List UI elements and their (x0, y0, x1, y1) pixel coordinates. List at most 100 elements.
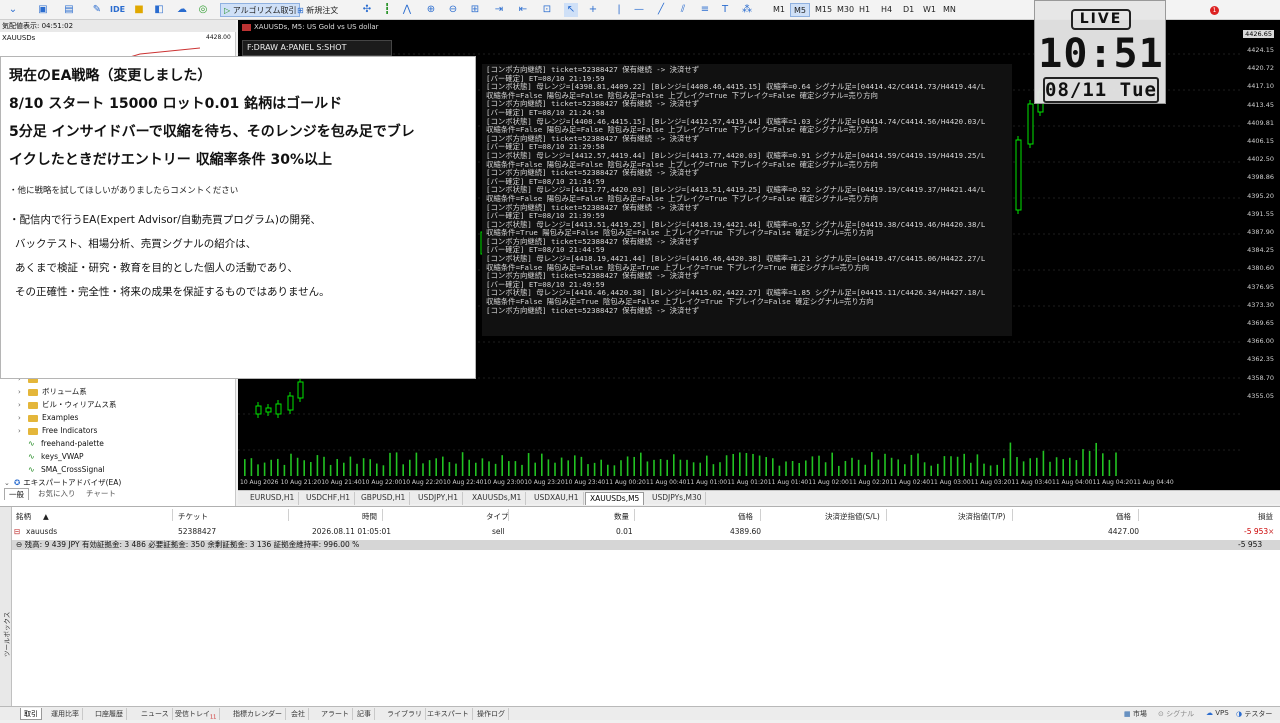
nav-folder-bill-williams[interactable]: › ビル・ウィリアムス系 (18, 398, 116, 411)
btab-exposure[interactable]: 運用比率 (48, 708, 83, 720)
trend-line-icon[interactable]: ╱ (654, 3, 668, 17)
algo-trading-button[interactable]: ▷ アルゴリズム取引 (220, 3, 301, 17)
col-header-time[interactable]: 時間 (362, 511, 377, 522)
tf-m30[interactable]: M30 (834, 3, 857, 17)
btab-articles[interactable]: 記事 (354, 708, 375, 720)
status-market[interactable]: ▦ 市場 (1124, 709, 1147, 719)
cloud-icon[interactable]: ☁ (175, 3, 189, 17)
btab-experts[interactable]: エキスパート (424, 708, 473, 720)
col-header-profit[interactable]: 損益 (1258, 511, 1273, 522)
zoom-out-icon[interactable]: ⊖ (446, 3, 460, 17)
tf-h1[interactable]: H1 (856, 3, 873, 17)
cursor-icon[interactable]: ↖ (564, 3, 578, 17)
volume-bar (1062, 459, 1064, 476)
line-chart-icon[interactable]: ⋀ (400, 3, 414, 17)
tf-m1[interactable]: M1 (770, 3, 788, 17)
nav-tab-common[interactable]: 一般 (4, 488, 29, 500)
fibonacci-icon[interactable]: ≡ (698, 3, 712, 17)
tf-m5[interactable]: M5 (790, 3, 810, 17)
close-position-icon[interactable]: × (1268, 527, 1274, 536)
candle (265, 407, 272, 413)
col-header-type[interactable]: タイプ (486, 511, 509, 522)
status-signal[interactable]: ⊙ シグナル (1158, 709, 1194, 719)
price-tick-label: 4362.35 (1247, 355, 1274, 364)
tf-mn[interactable]: MN (940, 3, 959, 17)
btab-journal[interactable]: 操作ログ (474, 708, 509, 720)
volume-bar (442, 456, 444, 476)
ide-button[interactable]: IDE (110, 3, 125, 17)
col-header-sl[interactable]: 決済逆指値(S/L) (825, 511, 880, 522)
vertical-line-icon[interactable]: | (612, 3, 626, 17)
navigator-icon[interactable]: ✎ (90, 3, 104, 17)
zoom-in-icon[interactable]: ⊕ (424, 3, 438, 17)
shapes-icon[interactable]: ⁂ (740, 3, 754, 17)
btab-alerts[interactable]: アラート (318, 708, 353, 720)
status-tester[interactable]: ◑ テスター (1236, 709, 1272, 719)
text-tool-icon[interactable]: T (718, 3, 732, 17)
screenshot-icon[interactable]: ⊡ (540, 3, 554, 17)
bar-chart-icon[interactable]: ┇ (380, 3, 394, 17)
balance-collapse-icon[interactable]: ⊖ (16, 540, 25, 549)
btab-news[interactable]: ニュース (138, 708, 173, 720)
btab-calendar[interactable]: 指標カレンダー (230, 708, 286, 720)
btab-mailbox[interactable]: 受信トレイ11 (172, 708, 221, 720)
chart-tab-xauusds-m1[interactable]: XAUUSDs,M1 (468, 492, 527, 505)
btab-library[interactable]: ライブラリ (384, 708, 426, 720)
tf-m15[interactable]: M15 (812, 3, 835, 17)
new-order-button[interactable]: ⊞ 新規注文 (293, 3, 342, 17)
time-tick-label: 11 Aug 03:40 (1011, 479, 1052, 486)
nav-indicator-sma-crosssignal[interactable]: ∿ SMA_CrossSignal (28, 463, 105, 476)
toolbox-sidebar[interactable]: ツールボックス (0, 507, 12, 707)
horizontal-line-icon[interactable]: — (632, 3, 646, 17)
nav-folder-examples[interactable]: › Examples (18, 411, 78, 424)
nav-folder-volumes[interactable]: › ボリューム系 (18, 385, 87, 398)
col-header-tp[interactable]: 決済指値(T/P) (958, 511, 1005, 522)
chart-shift-icon[interactable]: ⇤ (516, 3, 530, 17)
nav-indicator-keys-vwap[interactable]: ∿ keys_VWAP (28, 450, 84, 463)
btab-history[interactable]: 口座履歴 (92, 708, 127, 720)
draw-shortcut-panel[interactable]: F:DRAW A:PANEL S:SHOT (242, 40, 392, 56)
globe-icon[interactable]: ◎ (196, 3, 210, 17)
price-tick-label: 4395.20 (1247, 191, 1274, 200)
chart-tab-xauusds-m5[interactable]: XAUUSDs,M5 (585, 492, 645, 505)
nav-tab-favorites[interactable]: お気に入り (34, 488, 80, 500)
crosshair-icon[interactable]: + (586, 3, 600, 17)
volume-bar (811, 456, 814, 476)
notifications-icon[interactable]: 1 (1210, 3, 1219, 17)
chart-tab-usdchf-h1[interactable]: USDCHF,H1 (302, 492, 356, 505)
shopping-bag-icon[interactable]: ◧ (152, 3, 166, 17)
new-chart-icon[interactable]: ▣ (36, 3, 50, 17)
chart-tab-usdxau-h1[interactable]: USDXAU,H1 (530, 492, 584, 505)
crosshair-chart-icon[interactable]: ✣ (360, 3, 374, 17)
col-header-current-price[interactable]: 価格 (1116, 511, 1131, 522)
chart-tab-gbpusd-h1[interactable]: GBPUSD,H1 (357, 492, 411, 505)
menu-arrow-icon[interactable]: ⌄ (6, 3, 20, 17)
autoscroll-icon[interactable]: ⇥ (492, 3, 506, 17)
tf-w1[interactable]: W1 (920, 3, 939, 17)
volume-bar (950, 456, 952, 476)
disclaimer-line-1: ・配信内で行うEA(Expert Advisor/自動売買プログラム)の開発、 (9, 214, 321, 226)
profiles-icon[interactable]: ▤ (62, 3, 76, 17)
chart-tab-usdjpy-h1[interactable]: USDJPY,H1 (414, 492, 463, 505)
col-header-volume[interactable]: 数量 (614, 511, 629, 522)
grid-icon[interactable]: ⊞ (468, 3, 482, 17)
lock-icon[interactable]: ■ (132, 3, 146, 17)
nav-folder-free-indicators[interactable]: › Free Indicators (18, 424, 97, 437)
chart-tab-eurusd-h1[interactable]: EURUSD,H1 (246, 492, 300, 505)
channel-icon[interactable]: ⫽ (676, 3, 690, 17)
tf-h4[interactable]: H4 (878, 3, 895, 17)
col-header-symbol[interactable]: 銘柄 ▲ (16, 511, 49, 522)
disclaimer-line-3: あくまで検証・研究・教育を目的とした個人の活動であり、 (15, 262, 298, 274)
status-vps[interactable]: ☁ VPS (1206, 709, 1229, 717)
chart-tab-usdjpys-m30[interactable]: USDJPYs,M30 (648, 492, 707, 505)
btab-company[interactable]: 会社 (288, 708, 309, 720)
tf-d1[interactable]: D1 (900, 3, 917, 17)
nav-tab-chart[interactable]: チャート (82, 488, 120, 500)
col-header-price[interactable]: 価格 (738, 511, 753, 522)
col-header-ticket[interactable]: チケット (178, 511, 208, 522)
expert-icon: ✪ (14, 478, 21, 487)
nav-indicator-freehand-palette[interactable]: ∿ freehand-palette (28, 437, 104, 450)
volume-bar (963, 453, 965, 476)
volume-bar (567, 460, 569, 476)
btab-trade[interactable]: 取引 (20, 708, 42, 720)
